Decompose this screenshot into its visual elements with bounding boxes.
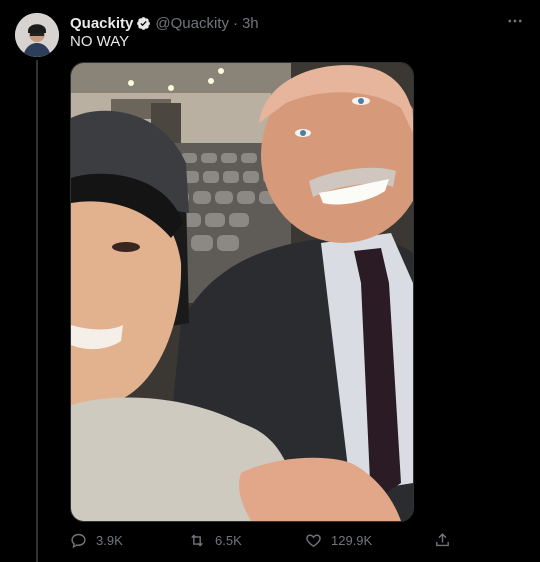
tweet-photo[interactable]: [70, 62, 414, 522]
reply-count: 3.9K: [96, 533, 123, 548]
author-name[interactable]: Quackity: [70, 15, 133, 32]
photo-image: [71, 63, 413, 521]
retweet-count: 6.5K: [215, 533, 242, 548]
like-count: 129.9K: [331, 533, 373, 548]
retweet-button[interactable]: 6.5K: [188, 532, 242, 549]
retweet-icon: [191, 534, 203, 547]
avatar[interactable]: [15, 13, 59, 57]
share-icon: [436, 533, 449, 547]
tweet-actions: 3.9K 6.5K 129.9K: [70, 528, 460, 556]
separator-dot: ·: [232, 14, 238, 32]
share-button[interactable]: [434, 532, 460, 549]
author-handle[interactable]: @Quackity: [155, 15, 229, 32]
thread-line: [36, 60, 38, 562]
like-button[interactable]: 129.9K: [305, 532, 372, 549]
heart-icon: [306, 534, 321, 547]
tweet-timestamp[interactable]: 3h: [242, 15, 259, 32]
avatar-image: [15, 13, 59, 57]
tweet-text: NO WAY: [70, 33, 130, 50]
more-icon[interactable]: [504, 10, 526, 32]
verified-badge-icon: [136, 16, 151, 31]
reply-icon: [71, 533, 86, 549]
reply-button[interactable]: 3.9K: [70, 532, 123, 549]
tweet-header: Quackity @Quackity · 3h: [70, 13, 526, 33]
